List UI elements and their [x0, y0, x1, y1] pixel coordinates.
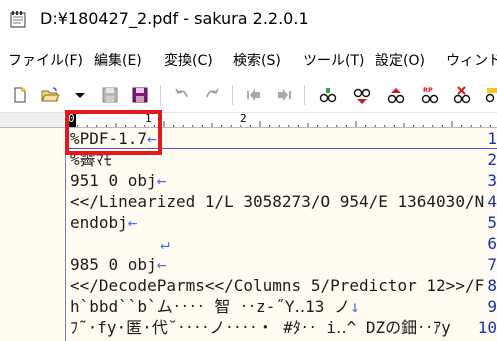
- search-prev-icon[interactable]: [386, 85, 406, 105]
- highlight-annotation-box: [65, 110, 162, 155]
- jump-forward-icon[interactable]: [274, 85, 294, 105]
- search-next-icon[interactable]: [352, 85, 372, 105]
- code-text: <</DecodeParms<</Columns 5/Predictor 12>…: [70, 276, 485, 295]
- menu-bar: ファイル(F) 編集(E) 変換(C) 検索(S) ツール(T) 設定(O) ウ…: [0, 44, 497, 74]
- notepad-app-icon: [10, 10, 26, 28]
- eol-mark: ↓: [350, 297, 360, 316]
- code-text: <</Linearized 1/L 3058273/O 954/E 136403…: [70, 192, 485, 211]
- dropdown-arrow-icon[interactable]: [70, 85, 90, 105]
- toolbar-separator: [304, 85, 305, 105]
- clear-mark-icon[interactable]: [452, 85, 472, 105]
- new-file-icon[interactable]: [10, 85, 30, 105]
- undo-icon[interactable]: [172, 85, 192, 105]
- code-text: 985 0 obj: [70, 255, 157, 274]
- toolbar: RP: [0, 78, 497, 113]
- redo-icon[interactable]: [202, 85, 222, 105]
- open-folder-icon[interactable]: [40, 85, 60, 105]
- sakura-editor-window: D:¥180427_2.pdf - sakura 2.2.0.1 ファイル(F)…: [0, 0, 497, 341]
- line-number: 5: [487, 213, 497, 232]
- eol-mark: ←: [127, 213, 138, 232]
- line-number: 9: [487, 297, 497, 316]
- line-number: 1: [487, 129, 497, 148]
- eol-mark: ←: [156, 171, 167, 190]
- line-number-gutter: [0, 128, 64, 341]
- code-line: <</Linearized 1/L 3058273/O 954/E 136403…: [70, 191, 484, 212]
- save-all-icon[interactable]: [130, 85, 150, 105]
- menu-tools[interactable]: ツール(T): [303, 50, 364, 70]
- search-glasses-icon[interactable]: [318, 85, 338, 105]
- menu-settings[interactable]: 設定(O): [375, 50, 425, 70]
- menu-convert[interactable]: 変換(C): [164, 50, 213, 70]
- save-icon[interactable]: [100, 85, 120, 105]
- code-line: ﾌ˜·fy·匿·代˘‥‥ノ‥‥・ #ﾀ‥ i‥^ DZの鈿‥ｱy: [70, 317, 451, 338]
- line-number: 7: [487, 255, 497, 274]
- eol-mark: ↵: [160, 234, 170, 253]
- eol-mark: ←: [156, 255, 167, 274]
- toolbar-separator: [232, 85, 233, 105]
- replace-icon[interactable]: RP: [420, 85, 440, 105]
- code-line: 985 0 obj←: [70, 254, 166, 275]
- menu-edit[interactable]: 編集(E): [94, 50, 142, 70]
- replace-badge-text: RP: [423, 86, 433, 94]
- code-text: ﾌ˜·fy·匿·代˘‥‥ノ‥‥・ #ﾀ‥ i‥^ DZの鈿‥ｱy: [70, 318, 451, 337]
- title-bar: D:¥180427_2.pdf - sakura 2.2.0.1: [0, 0, 497, 40]
- code-text: 951 0 obj: [70, 171, 157, 190]
- code-line: <</DecodeParms<</Columns 5/Predictor 12>…: [70, 275, 484, 296]
- code-line: ↵: [160, 233, 170, 254]
- toolbar-separator: [160, 85, 161, 105]
- line-number: 6: [487, 234, 497, 253]
- text-editor-area[interactable]: 1 2 3 4 5 6 7 8 9 10 %PDF-1.7← %霽ﾏﾓ 951 …: [0, 128, 497, 341]
- line-number: 2: [487, 150, 497, 169]
- line-number: 3: [487, 171, 497, 190]
- jump-back-icon[interactable]: [244, 85, 264, 105]
- gutter-divider: [65, 128, 66, 341]
- code-line: 951 0 obj←: [70, 170, 166, 191]
- code-line: h`bbd``b`ム‥‥ 智 ‥z-˝Y‥13 ノ↓: [70, 296, 360, 317]
- menu-search[interactable]: 検索(S): [233, 50, 281, 70]
- grep-icon[interactable]: [484, 85, 497, 105]
- window-title: D:¥180427_2.pdf - sakura 2.2.0.1: [40, 9, 309, 28]
- code-text: h`bbd``b`ム‥‥ 智 ‥z-˝Y‥13 ノ: [70, 297, 351, 316]
- menu-window[interactable]: ウィンド: [446, 50, 497, 70]
- code-line: endobj←: [70, 212, 137, 233]
- menu-file[interactable]: ファイル(F): [8, 50, 83, 70]
- code-text: endobj: [70, 213, 128, 232]
